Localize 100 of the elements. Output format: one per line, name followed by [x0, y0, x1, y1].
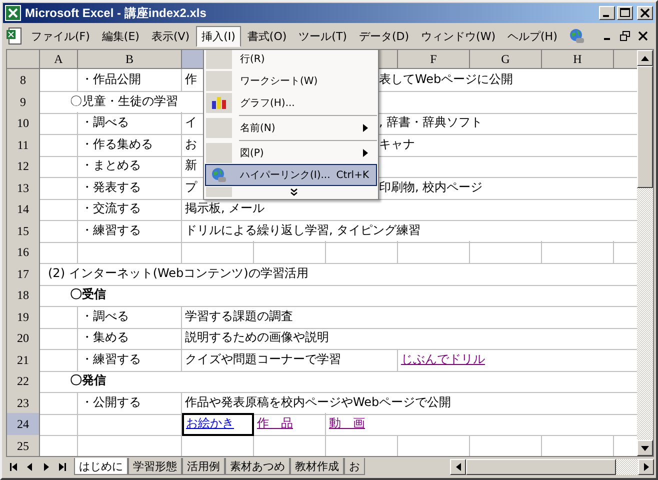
table-cell: ・公開する: [78, 392, 182, 414]
table-cell: ・まとめる: [78, 155, 182, 178]
row-header[interactable]: 14: [7, 198, 40, 221]
menu-item[interactable]: ウィンドウ(W): [415, 26, 502, 46]
table-cell: [40, 155, 78, 178]
row-header[interactable]: 10: [7, 112, 40, 135]
row-header[interactable]: 13: [7, 176, 40, 200]
menu-item[interactable]: ハイパーリンク(I)... Ctrl+K: [205, 164, 377, 186]
bar-chart-icon: [211, 96, 227, 110]
sheet-tab[interactable]: 素材あつめ: [225, 458, 290, 475]
table-cell: [40, 134, 78, 156]
sheet-tab[interactable]: お: [344, 458, 365, 475]
worksheet-icon[interactable]: [6, 27, 22, 45]
down-arrow-icon[interactable]: [641, 446, 649, 450]
column-header[interactable]: F: [398, 50, 470, 69]
sheet-tab[interactable]: 教材作成: [290, 458, 344, 475]
left-arrow-icon[interactable]: [456, 462, 460, 470]
row-header[interactable]: 23: [7, 392, 40, 414]
table-cell: [326, 241, 398, 264]
row-header[interactable]: 12: [7, 155, 40, 178]
column-header[interactable]: H: [542, 50, 614, 69]
row-header[interactable]: 17: [7, 262, 40, 286]
table-cell: [40, 348, 78, 372]
table-cell: [40, 306, 78, 328]
table-cell: ・作品公開: [78, 69, 182, 92]
menu-item[interactable]: グラフ(H)...: [205, 92, 377, 114]
close-button[interactable]: [637, 6, 653, 20]
hyperlink[interactable]: じぶんでドリル: [401, 352, 485, 366]
submenu-arrow-icon: [363, 149, 368, 157]
menu-item[interactable]: 編集(E): [96, 26, 146, 46]
close-icon[interactable]: [638, 31, 648, 41]
table-cell: [40, 413, 78, 436]
table-cell: [40, 220, 78, 242]
minimize-button[interactable]: [599, 6, 615, 20]
row-header[interactable]: 15: [7, 220, 40, 242]
menu-item[interactable]: ツール(T): [292, 26, 353, 46]
table-cell: [40, 69, 78, 92]
previous-sheet-icon[interactable]: [26, 462, 34, 470]
table-cell: [40, 176, 78, 200]
menu-item[interactable]: 表示(V): [145, 26, 196, 46]
first-sheet-icon[interactable]: [10, 462, 18, 470]
vertical-scrollbar[interactable]: [637, 50, 653, 456]
menu-item[interactable]: 図(P): [205, 142, 377, 164]
excel-icon: [5, 5, 21, 21]
row-header[interactable]: 19: [7, 306, 40, 328]
right-arrow-icon[interactable]: [644, 462, 648, 470]
column-header[interactable]: A: [40, 50, 78, 69]
hyperlink[interactable]: 動 画: [329, 416, 365, 430]
sheet-tab[interactable]: 活用例: [182, 458, 225, 475]
maximize-button[interactable]: [617, 6, 633, 20]
menu-item[interactable]: 行(R): [205, 50, 377, 70]
row-header[interactable]: 22: [7, 370, 40, 393]
table-cell: ・練習する: [78, 348, 182, 372]
row-header[interactable]: 18: [7, 284, 40, 307]
table-cell: [470, 241, 542, 264]
table-cell: ・調べる: [78, 306, 182, 328]
globe-icon: [211, 167, 227, 183]
table-cell: [40, 392, 78, 414]
menu-item[interactable]: データ(D): [352, 26, 416, 46]
menu-item[interactable]: 挿入(I): [196, 26, 242, 46]
menu-item[interactable]: 名前(N): [205, 117, 377, 139]
table-cell: ・練習する: [78, 220, 182, 242]
menu-item[interactable]: ファイル(F): [25, 26, 96, 46]
table-cell: [40, 198, 78, 221]
chevron-down-icon: [290, 188, 298, 196]
row-header[interactable]: 16: [7, 241, 40, 264]
table-cell: ・作る集める: [78, 134, 182, 156]
next-sheet-icon[interactable]: [42, 462, 50, 470]
horizontal-scrollbar[interactable]: [450, 458, 654, 474]
row-header[interactable]: 24: [7, 413, 40, 436]
minimize-icon: [603, 15, 609, 17]
table-cell: [182, 241, 254, 264]
close-icon: [640, 8, 650, 18]
table-cell: [40, 112, 78, 135]
row-header[interactable]: 20: [7, 327, 40, 350]
submenu-arrow-icon: [363, 124, 368, 132]
last-sheet-icon[interactable]: [58, 462, 66, 470]
row-header[interactable]: 9: [7, 90, 40, 114]
row-header[interactable]: 11: [7, 134, 40, 156]
menu-item[interactable]: 書式(O): [241, 26, 293, 46]
row-header[interactable]: 21: [7, 348, 40, 372]
window-title: Microsoft Excel - 講座index2.xls: [25, 4, 206, 22]
menu-item[interactable]: ヘルプ(H): [502, 26, 564, 46]
table-cell: ・発表する: [78, 176, 182, 200]
maximize-icon: [620, 8, 630, 18]
table-cell: ・調べる: [78, 112, 182, 135]
sheet-tab[interactable]: 学習形態: [128, 458, 182, 475]
table-cell: クイズや問題コーナーで学習: [182, 348, 398, 372]
hyperlink[interactable]: お絵かき: [186, 416, 234, 430]
sheet-tab[interactable]: はじめに: [74, 458, 128, 475]
row-header[interactable]: 25: [7, 434, 40, 456]
row-header[interactable]: 8: [7, 69, 40, 92]
hyperlink[interactable]: 作 品: [257, 416, 293, 430]
column-header[interactable]: G: [470, 50, 542, 69]
globe-icon[interactable]: [569, 28, 586, 44]
table-cell: [40, 241, 78, 264]
table-cell: [398, 241, 470, 264]
up-arrow-icon[interactable]: [641, 56, 649, 60]
restore-icon[interactable]: [620, 31, 630, 41]
table-cell: ・集める: [78, 327, 182, 350]
